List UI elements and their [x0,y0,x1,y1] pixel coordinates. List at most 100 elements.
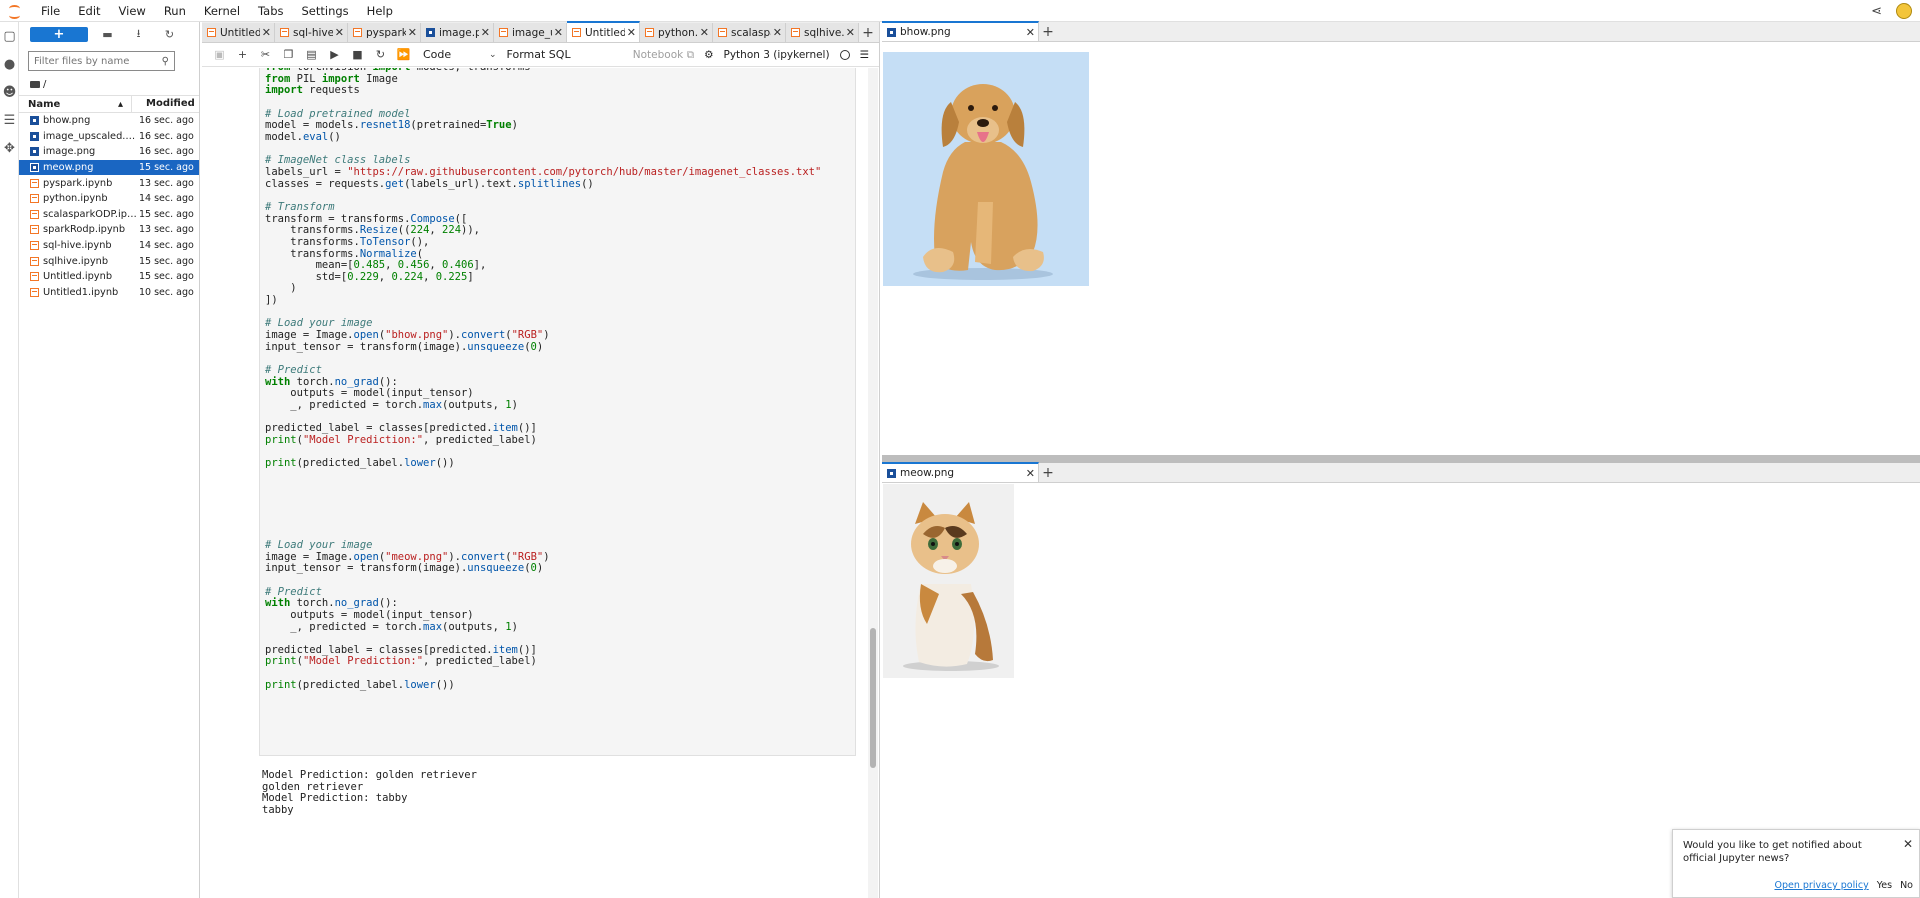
kernel-name[interactable]: Python 3 (ipykernel) [724,49,830,61]
run-icon[interactable]: ▶ [323,48,346,61]
tab-notebook[interactable]: pyspark.ip✕ [348,23,421,42]
menu-bar: File Edit View Run Kernel Tabs Settings … [0,0,1920,22]
notebook-file-icon [30,287,39,297]
file-row[interactable]: Untitled1.ipynb 10 sec. ago [19,285,199,301]
folder-icon[interactable]: ▢ [0,22,19,50]
menu-tabs[interactable]: Tabs [249,0,292,22]
close-icon[interactable]: ✕ [1903,837,1913,851]
user-avatar-icon[interactable] [1896,3,1912,19]
menu-view[interactable]: View [110,0,155,22]
notebook-file-icon [30,178,39,188]
menu-settings[interactable]: Settings [293,0,358,22]
notebook-file-icon [30,256,39,266]
jupyter-logo-icon[interactable] [6,1,26,21]
save-icon[interactable]: ▣ [208,48,231,61]
tab-notebook[interactable]: Untitled1.i✕ [567,21,640,42]
tab-notebook[interactable]: image_ups✕ [494,23,567,42]
file-row[interactable]: sql-hive.ipynb 14 sec. ago [19,238,199,254]
close-icon[interactable]: ✕ [1026,26,1035,39]
chevron-down-icon[interactable]: ⌄ [489,50,497,60]
file-row[interactable]: meow.png 15 sec. ago [19,159,199,176]
notebook-file-icon [499,28,508,37]
file-row[interactable]: bhow.png 16 sec. ago [19,113,199,129]
close-icon[interactable]: ✕ [773,26,782,39]
file-filter-input[interactable] [34,55,162,67]
insert-cell-icon[interactable]: + [231,48,254,61]
close-icon[interactable]: ✕ [554,26,563,39]
menu-icon[interactable]: ☰ [860,49,869,61]
menu-kernel[interactable]: Kernel [195,0,249,22]
notebook-file-icon [280,28,289,37]
upload-icon[interactable]: ⭳ [123,25,154,44]
close-icon[interactable]: ✕ [1026,467,1035,480]
format-sql-button[interactable]: Format SQL [507,48,571,61]
menu-run[interactable]: Run [155,0,195,22]
copy-icon[interactable]: ❐ [277,48,300,61]
file-row[interactable]: image_upscaled.png 16 sec. ago [19,129,199,145]
stop-icon[interactable]: ■ [346,48,369,61]
code-cell-editor[interactable]: from torchvision import models, transfor… [259,68,856,756]
add-tab-button[interactable]: + [859,23,877,42]
privacy-policy-link[interactable]: Open privacy policy [1774,880,1868,891]
menu-edit[interactable]: Edit [69,0,109,22]
no-button[interactable]: No [1900,880,1913,891]
table-of-contents-icon[interactable]: ☰ [0,106,19,134]
folder-icon[interactable] [30,80,40,88]
file-name: bhow.png [43,115,91,127]
add-tab-button[interactable]: + [1039,22,1057,41]
menu-file[interactable]: File [32,0,69,22]
notebook-file-icon [30,194,39,204]
file-row[interactable]: image.png 16 sec. ago [19,144,199,160]
file-row[interactable]: sqlhive.ipynb 15 sec. ago [19,253,199,269]
new-launcher-button[interactable]: + [30,26,88,42]
menu-help[interactable]: Help [358,0,402,22]
refresh-icon[interactable]: ↻ [154,28,185,41]
restart-icon[interactable]: ↻ [369,48,392,61]
share-icon[interactable]: ⋖ [1871,4,1882,19]
column-modified[interactable]: Modified [131,95,199,113]
cell-type-select[interactable]: Code [423,48,483,61]
tab-notebook[interactable]: Untitled.ip✕ [202,23,275,42]
scrollbar-thumb[interactable] [870,628,876,768]
image-file-icon [426,28,435,37]
file-row[interactable]: Untitled.ipynb 15 sec. ago [19,269,199,285]
notebook-file-icon [30,272,39,282]
notebook-scrollbar[interactable] [868,68,878,898]
file-row[interactable]: python.ipynb 14 sec. ago [19,191,199,207]
notebook-file-icon [572,28,581,37]
collaboration-icon[interactable]: ☻ [0,78,19,106]
file-row[interactable]: sparkRodp.ipynb 13 sec. ago [19,222,199,238]
new-folder-icon[interactable]: ▬ [92,28,123,41]
notebook-file-icon [791,28,800,37]
close-icon[interactable]: ✕ [262,26,271,39]
yes-button[interactable]: Yes [1877,880,1892,891]
running-kernels-icon[interactable]: ● [0,50,19,78]
add-tab-button[interactable]: + [1039,463,1057,482]
extensions-icon[interactable]: ✥ [0,134,19,162]
image-file-icon [30,116,39,126]
tab-notebook[interactable]: sqlhive.ipy✕ [786,23,859,42]
gear-icon[interactable]: ⚙ [704,49,713,61]
close-icon[interactable]: ✕ [481,26,490,39]
close-icon[interactable]: ✕ [846,26,855,39]
file-browser: + ▬ ⭳ ↻ ⚲ / Name ▴ Modified bhow.png 16 s… [19,22,200,898]
column-name[interactable]: Name ▴ [19,99,131,110]
cut-icon[interactable]: ✂ [254,48,277,61]
file-row[interactable]: scalasparkODP.ipy... 15 sec. ago [19,207,199,223]
paste-icon[interactable]: ▤ [300,48,323,61]
open-in-notebook-button[interactable]: Notebook ⧉ [633,49,694,62]
close-icon[interactable]: ✕ [700,26,709,39]
tab-notebook[interactable]: scalaspark✕ [713,23,786,42]
tab-meow-png[interactable]: meow.png ✕ [882,462,1039,482]
breadcrumb-path[interactable]: / [43,79,46,90]
image-file-icon [30,147,39,157]
run-all-icon[interactable]: ⏩ [392,48,415,61]
tab-notebook[interactable]: image.png✕ [421,23,494,42]
tab-bhow-png[interactable]: bhow.png ✕ [882,21,1039,41]
file-row[interactable]: pyspark.ipynb 13 sec. ago [19,175,199,191]
close-icon[interactable]: ✕ [335,26,344,39]
tab-notebook[interactable]: python.ipy✕ [640,23,713,42]
close-icon[interactable]: ✕ [408,26,417,39]
close-icon[interactable]: ✕ [627,26,636,39]
tab-notebook[interactable]: sql-hive.ip✕ [275,23,348,42]
